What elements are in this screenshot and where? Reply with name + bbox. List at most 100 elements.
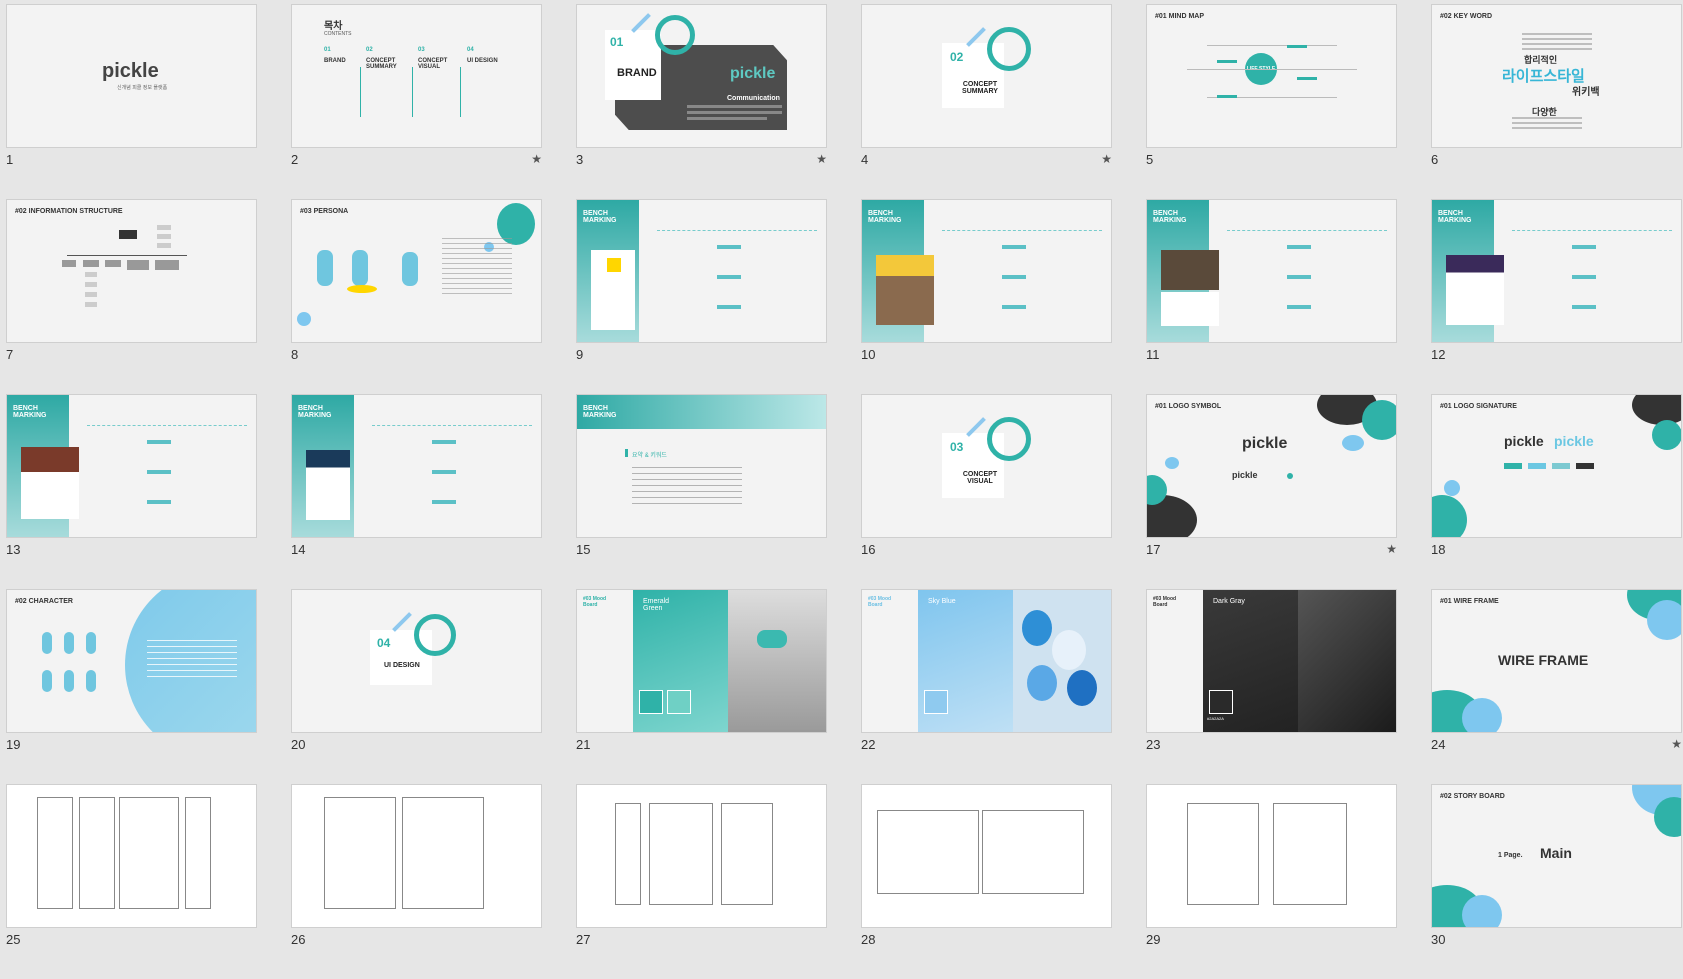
blob-decoration	[297, 312, 311, 326]
slide-thumb-6[interactable]: #02 KEY WORD 라이프스타일 합리적인 위키백 다양한 6	[1431, 4, 1682, 199]
slide-thumb-14[interactable]: BENCH MARKING 14	[291, 394, 542, 589]
rating-bar	[1287, 245, 1311, 249]
swatch	[1209, 690, 1233, 714]
slide-16[interactable]: 03 CONCEPT VISUAL	[861, 394, 1112, 538]
slide-21[interactable]: #03 Mood Board Emerald Green	[576, 589, 827, 733]
color-chip	[1576, 463, 1594, 469]
slide-26[interactable]	[291, 784, 542, 928]
slide-11[interactable]: BENCH MARKING	[1146, 199, 1397, 343]
character	[42, 632, 52, 654]
rating-bar	[717, 245, 741, 249]
color-chip	[1528, 463, 1546, 469]
slide-29[interactable]	[1146, 784, 1397, 928]
character	[317, 250, 333, 286]
slide-title: #03 Mood Board	[1153, 596, 1177, 608]
slide-thumb-9[interactable]: BENCH MARKING 9	[576, 199, 827, 394]
slide-18[interactable]: #01 LOGO SIGNATURE pickle pickle	[1431, 394, 1682, 538]
keyword: 합리적인	[1524, 55, 1558, 65]
character	[86, 632, 96, 654]
slide-thumb-12[interactable]: BENCH MARKING 12	[1431, 199, 1682, 394]
slide-30[interactable]: #02 STORY BOARD 1 Page. Main	[1431, 784, 1682, 928]
slide-thumb-4[interactable]: 02 CONCEPT SUMMARY 4 ★	[861, 4, 1112, 199]
wireframe-frame	[615, 803, 641, 905]
slide-3[interactable]: 01 BRAND pickle Communication	[576, 4, 827, 148]
slide-24[interactable]: #01 WIRE FRAME WIRE FRAME	[1431, 589, 1682, 733]
slide-thumb-18[interactable]: #01 LOGO SIGNATURE pickle pickle 18	[1431, 394, 1682, 589]
slide-thumb-8[interactable]: #03 PERSONA 8	[291, 199, 542, 394]
wireframe-frame	[877, 810, 979, 894]
character	[42, 670, 52, 692]
section-name: BRAND	[324, 58, 346, 64]
slide-thumb-3[interactable]: 01 BRAND pickle Communication 3 ★	[576, 4, 827, 199]
blob-decoration	[1342, 435, 1364, 451]
slide-25[interactable]	[6, 784, 257, 928]
slide-7[interactable]: #02 INFORMATION STRUCTURE	[6, 199, 257, 343]
slide-10[interactable]: BENCH MARKING	[861, 199, 1112, 343]
divider	[87, 425, 247, 427]
slide-4[interactable]: 02 CONCEPT SUMMARY	[861, 4, 1112, 148]
rating-bar	[1572, 275, 1596, 279]
balloon	[1052, 630, 1086, 670]
character-text	[147, 640, 237, 680]
screenshot	[1161, 292, 1219, 326]
slide-19[interactable]: #02 CHARACTER	[6, 589, 257, 733]
rating-bar	[717, 275, 741, 279]
slide-thumb-2[interactable]: 목차 CONTENTS 01 BRAND 02 CONCEPT SUMMARY …	[291, 4, 542, 199]
slide-20[interactable]: 04 UI DESIGN	[291, 589, 542, 733]
wireframe-frame	[402, 797, 484, 909]
slide-28[interactable]	[861, 784, 1112, 928]
slide-27[interactable]	[576, 784, 827, 928]
rating-bar	[147, 440, 171, 444]
slide-title: BENCH MARKING	[1153, 210, 1187, 224]
slide-13[interactable]: BENCH MARKING	[6, 394, 257, 538]
slide-1[interactable]: pickle 신개념 피클 정보 플랫폼	[6, 4, 257, 148]
slide-title: pickle	[102, 60, 159, 82]
blob-decoration	[1654, 797, 1681, 837]
slide-12[interactable]: BENCH MARKING	[1431, 199, 1682, 343]
tree-node	[157, 225, 171, 230]
slide-17[interactable]: #01 LOGO SYMBOL pickle pickle	[1146, 394, 1397, 538]
divider	[360, 67, 361, 117]
slide-15[interactable]: BENCH MARKING 요약 & 키워드	[576, 394, 827, 538]
slide-number: 19	[6, 737, 21, 752]
slide-thumb-22[interactable]: #03 Mood Board Sky Blue 22	[861, 589, 1112, 784]
tree-node	[155, 260, 179, 270]
slide-title: 목차	[324, 21, 343, 32]
slide-thumb-23[interactable]: #03 Mood Board Dark Gray #2A2A2A 23	[1146, 589, 1397, 784]
slide-14[interactable]: BENCH MARKING	[291, 394, 542, 538]
slide-5[interactable]: #01 MIND MAP LIFE STYLE	[1146, 4, 1397, 148]
slide-thumb-16[interactable]: 03 CONCEPT VISUAL 16	[861, 394, 1112, 589]
wireframe-frame	[37, 797, 73, 909]
screenshot	[1161, 250, 1219, 290]
slide-thumb-7[interactable]: #02 INFORMATION STRUCTURE 7	[6, 199, 257, 394]
slide-thumb-24[interactable]: #01 WIRE FRAME WIRE FRAME 24 ★	[1431, 589, 1682, 784]
slide-thumb-13[interactable]: BENCH MARKING 13	[6, 394, 257, 589]
slide-2[interactable]: 목차 CONTENTS 01 BRAND 02 CONCEPT SUMMARY …	[291, 4, 542, 148]
section-num: 02	[366, 47, 373, 53]
slide-title: BENCH MARKING	[298, 405, 332, 419]
screenshot-accent	[607, 258, 621, 272]
slide-number: 2	[291, 152, 299, 167]
divider	[412, 67, 413, 117]
blob-decoration	[1647, 600, 1681, 640]
slide-23[interactable]: #03 Mood Board Dark Gray #2A2A2A	[1146, 589, 1397, 733]
swatch	[924, 690, 948, 714]
slide-22[interactable]: #03 Mood Board Sky Blue	[861, 589, 1112, 733]
slide-thumb-20[interactable]: 04 UI DESIGN 20	[291, 589, 542, 784]
slide-thumb-17[interactable]: #01 LOGO SYMBOL pickle pickle 17 ★	[1146, 394, 1397, 589]
slide-thumb-5[interactable]: #01 MIND MAP LIFE STYLE 5	[1146, 4, 1397, 199]
slide-8[interactable]: #03 PERSONA	[291, 199, 542, 343]
character	[86, 670, 96, 692]
slide-thumb-21[interactable]: #03 Mood Board Emerald Green 21	[576, 589, 827, 784]
slide-6[interactable]: #02 KEY WORD 라이프스타일 합리적인 위키백 다양한	[1431, 4, 1682, 148]
mindmap-node	[1217, 95, 1237, 98]
slide-thumb-19[interactable]: #02 CHARACTER 19	[6, 589, 257, 784]
slide-thumb-11[interactable]: BENCH MARKING 11	[1146, 199, 1397, 394]
mindmap-node	[1287, 45, 1307, 48]
slide-thumb-1[interactable]: pickle 신개념 피클 정보 플랫폼 1	[6, 4, 257, 199]
slide-thumb-10[interactable]: BENCH MARKING 10	[861, 199, 1112, 394]
blob-decoration	[1165, 457, 1179, 469]
slide-thumb-15[interactable]: BENCH MARKING 요약 & 키워드 15	[576, 394, 827, 589]
slide-title: #03 PERSONA	[300, 208, 349, 215]
slide-9[interactable]: BENCH MARKING	[576, 199, 827, 343]
